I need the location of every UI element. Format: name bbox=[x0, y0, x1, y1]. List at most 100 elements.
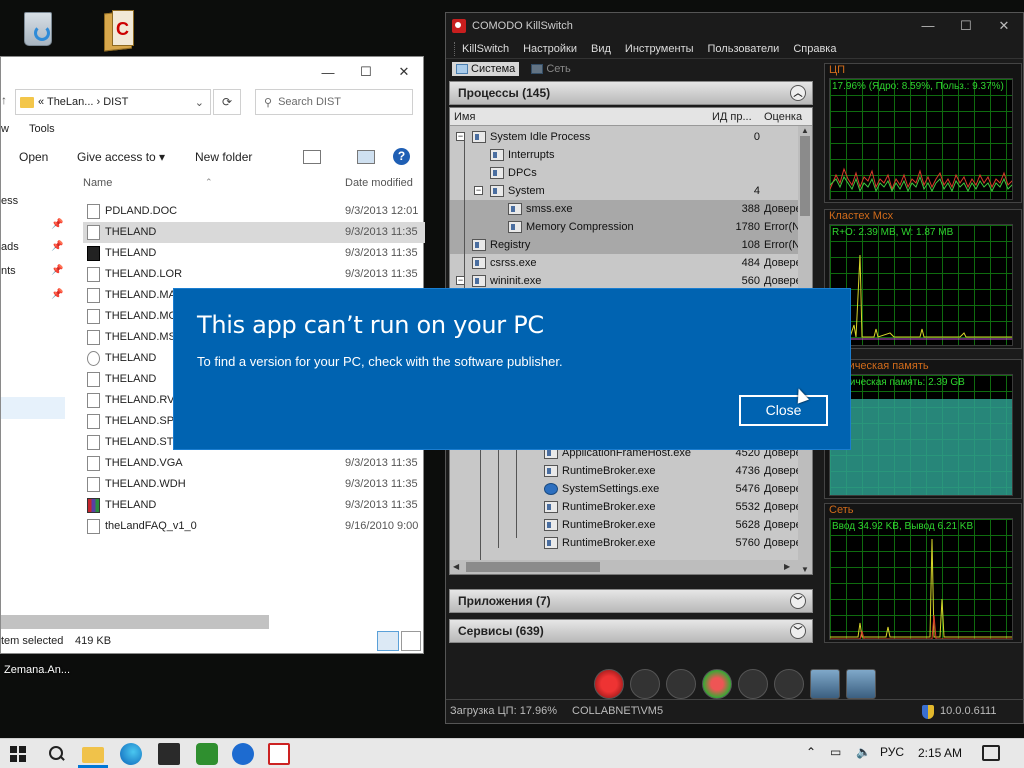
open-button[interactable]: Open bbox=[19, 150, 48, 164]
process-row[interactable]: − System 4 bbox=[450, 182, 800, 200]
process-row[interactable]: Registry 108 Error(N bbox=[450, 236, 800, 254]
collapse-icon[interactable]: − bbox=[474, 186, 483, 195]
security-app-icon[interactable] bbox=[196, 743, 218, 765]
refresh-button[interactable]: ⟳ bbox=[213, 89, 241, 115]
menu-tools[interactable]: Инструменты bbox=[625, 43, 694, 55]
address-bar[interactable]: « TheLan... › DIST ⌄ bbox=[15, 89, 211, 115]
process-row[interactable]: RuntimeBroker.exe 5532 Довере bbox=[450, 498, 802, 516]
zemana-shortcut-label[interactable]: Zemana.An... bbox=[4, 664, 70, 676]
process-row[interactable]: Interrupts bbox=[450, 146, 800, 164]
store-icon[interactable] bbox=[158, 743, 180, 765]
horizontal-scrollbar[interactable] bbox=[1, 615, 269, 629]
dialog-close-button[interactable]: Close bbox=[739, 395, 828, 426]
scroll-up-icon[interactable]: ▲ bbox=[801, 126, 809, 135]
minimize-button[interactable]: — bbox=[309, 65, 347, 80]
close-button[interactable]: ✕ bbox=[985, 13, 1023, 39]
process-row[interactable]: RuntimeBroker.exe 4736 Довере bbox=[450, 462, 802, 480]
process-row[interactable]: RuntimeBroker.exe 5760 Довере bbox=[450, 534, 802, 552]
process-row[interactable]: SystemSettings.exe 5476 Довере bbox=[450, 480, 802, 498]
menu-view[interactable]: Вид bbox=[591, 43, 611, 55]
new-folder-button[interactable]: New folder bbox=[195, 150, 252, 164]
chevron-up-icon[interactable]: ︿ bbox=[790, 85, 806, 101]
file-row[interactable]: THELAND.LOR 9/3/2013 11:35 bbox=[83, 264, 425, 285]
process-row[interactable]: Memory Compression 1780 Error(N bbox=[450, 218, 800, 236]
tab-network[interactable]: Сеть bbox=[527, 62, 574, 76]
scroll-thumb[interactable] bbox=[800, 136, 810, 216]
menu-killswitch[interactable]: KillSwitch bbox=[462, 43, 509, 55]
network-tray-icon[interactable]: ▭ bbox=[830, 745, 841, 759]
menu-tools[interactable]: Tools bbox=[29, 123, 55, 135]
comodo-shortcut-icon[interactable] bbox=[100, 8, 144, 52]
preview-pane-icon[interactable] bbox=[357, 150, 375, 164]
process-row[interactable]: DPCs bbox=[450, 164, 800, 182]
horizontal-scrollbar[interactable]: ◀ ▶ bbox=[450, 560, 800, 574]
minimize-button[interactable]: — bbox=[909, 13, 947, 39]
notifications-icon[interactable] bbox=[982, 745, 1000, 761]
process-row[interactable]: − System Idle Process 0 bbox=[450, 128, 800, 146]
nav-item[interactable]: ads bbox=[1, 241, 19, 253]
chevron-down-icon[interactable]: ﹀ bbox=[790, 623, 806, 639]
close-button[interactable]: ✕ bbox=[385, 64, 423, 80]
menu-users[interactable]: Пользователи bbox=[708, 43, 780, 55]
repair-tools-icon[interactable] bbox=[666, 669, 696, 699]
chevron-down-icon[interactable]: ﹀ bbox=[790, 593, 806, 609]
volume-tray-icon[interactable]: 🔈 bbox=[856, 745, 871, 759]
file-row[interactable]: THELAND.WDH 9/3/2013 11:35 bbox=[83, 474, 425, 495]
file-row[interactable]: THELAND 9/3/2013 11:35 bbox=[83, 243, 425, 264]
scroll-right-icon[interactable]: ▶ bbox=[784, 562, 790, 571]
column-pid[interactable]: ИД пр... bbox=[712, 111, 752, 123]
killswitch-button-icon[interactable] bbox=[594, 669, 624, 699]
menu-fragment[interactable]: w bbox=[1, 123, 9, 135]
scroll-left-icon[interactable]: ◀ bbox=[453, 562, 459, 571]
breadcrumb[interactable]: « TheLan... › DIST bbox=[38, 96, 128, 108]
column-name[interactable]: Name bbox=[83, 177, 112, 189]
search-icon[interactable] bbox=[46, 743, 68, 765]
nav-selected-item[interactable] bbox=[1, 397, 65, 419]
nav-item[interactable]: ess bbox=[1, 195, 18, 207]
up-arrow-icon[interactable]: ↑ bbox=[1, 93, 13, 113]
search-process-icon[interactable] bbox=[738, 669, 768, 699]
column-rating[interactable]: Оценка bbox=[764, 111, 802, 123]
clock[interactable]: 2:15 AM bbox=[918, 746, 962, 760]
killswitch-taskbar-icon[interactable] bbox=[268, 743, 290, 765]
give-access-button[interactable]: Give access to ▾ bbox=[77, 150, 165, 164]
scroll-down-icon[interactable]: ▼ bbox=[801, 565, 809, 574]
file-explorer-taskbar-icon[interactable] bbox=[82, 747, 104, 763]
file-row[interactable]: THELAND 9/3/2013 11:35 bbox=[83, 222, 425, 243]
edge-browser-icon[interactable] bbox=[120, 743, 142, 765]
comodo-taskbar-icon[interactable] bbox=[232, 743, 254, 765]
column-date-modified[interactable]: Date modified bbox=[345, 177, 413, 189]
details-view-icon[interactable] bbox=[377, 631, 399, 651]
start-button-icon[interactable] bbox=[10, 746, 26, 762]
maximize-button[interactable]: ☐ bbox=[947, 13, 985, 39]
chevron-down-icon[interactable]: ⌄ bbox=[195, 96, 204, 109]
large-icons-view-icon[interactable] bbox=[401, 631, 421, 651]
applications-section-header[interactable]: Приложения (7) ﹀ bbox=[449, 589, 813, 613]
search-input[interactable]: ⚲ Search DIST bbox=[255, 89, 413, 115]
nav-item[interactable]: nts bbox=[1, 265, 16, 277]
services-section-header[interactable]: Сервисы (639) ﹀ bbox=[449, 619, 813, 643]
recycle-bin-icon[interactable] bbox=[16, 6, 60, 50]
menu-help[interactable]: Справка bbox=[793, 43, 836, 55]
file-row[interactable]: PDLAND.DOC 9/3/2013 12:01 bbox=[83, 201, 425, 222]
scroll-thumb[interactable] bbox=[466, 562, 600, 572]
system-info-icon[interactable] bbox=[810, 669, 840, 699]
input-language[interactable]: РУС bbox=[880, 745, 904, 759]
tab-system[interactable]: Система bbox=[452, 62, 520, 76]
file-row[interactable]: theLandFAQ_v1_0 9/16/2010 9:00 bbox=[83, 516, 425, 537]
process-row[interactable]: RuntimeBroker.exe 5628 Довере bbox=[450, 516, 802, 534]
process-row[interactable]: csrss.exe 484 Довере bbox=[450, 254, 802, 272]
maximize-button[interactable]: ☐ bbox=[347, 64, 385, 80]
show-hidden-icons-icon[interactable]: ⌃ bbox=[806, 745, 816, 759]
help-icon[interactable]: ? bbox=[393, 148, 410, 165]
process-row[interactable]: smss.exe 388 Довере bbox=[450, 200, 802, 218]
menu-settings[interactable]: Настройки bbox=[523, 43, 577, 55]
network-stats-icon[interactable] bbox=[702, 669, 732, 699]
processes-section-header[interactable]: Процессы (145) ︿ bbox=[449, 81, 813, 105]
process-tools-icon[interactable] bbox=[630, 669, 660, 699]
file-row[interactable]: THELAND 9/3/2013 11:35 bbox=[83, 495, 425, 516]
file-row[interactable]: THELAND.VGA 9/3/2013 11:35 bbox=[83, 453, 425, 474]
column-name[interactable]: Имя bbox=[454, 111, 475, 123]
performance-monitor-icon[interactable] bbox=[846, 669, 876, 699]
view-options-icon[interactable] bbox=[303, 150, 321, 164]
